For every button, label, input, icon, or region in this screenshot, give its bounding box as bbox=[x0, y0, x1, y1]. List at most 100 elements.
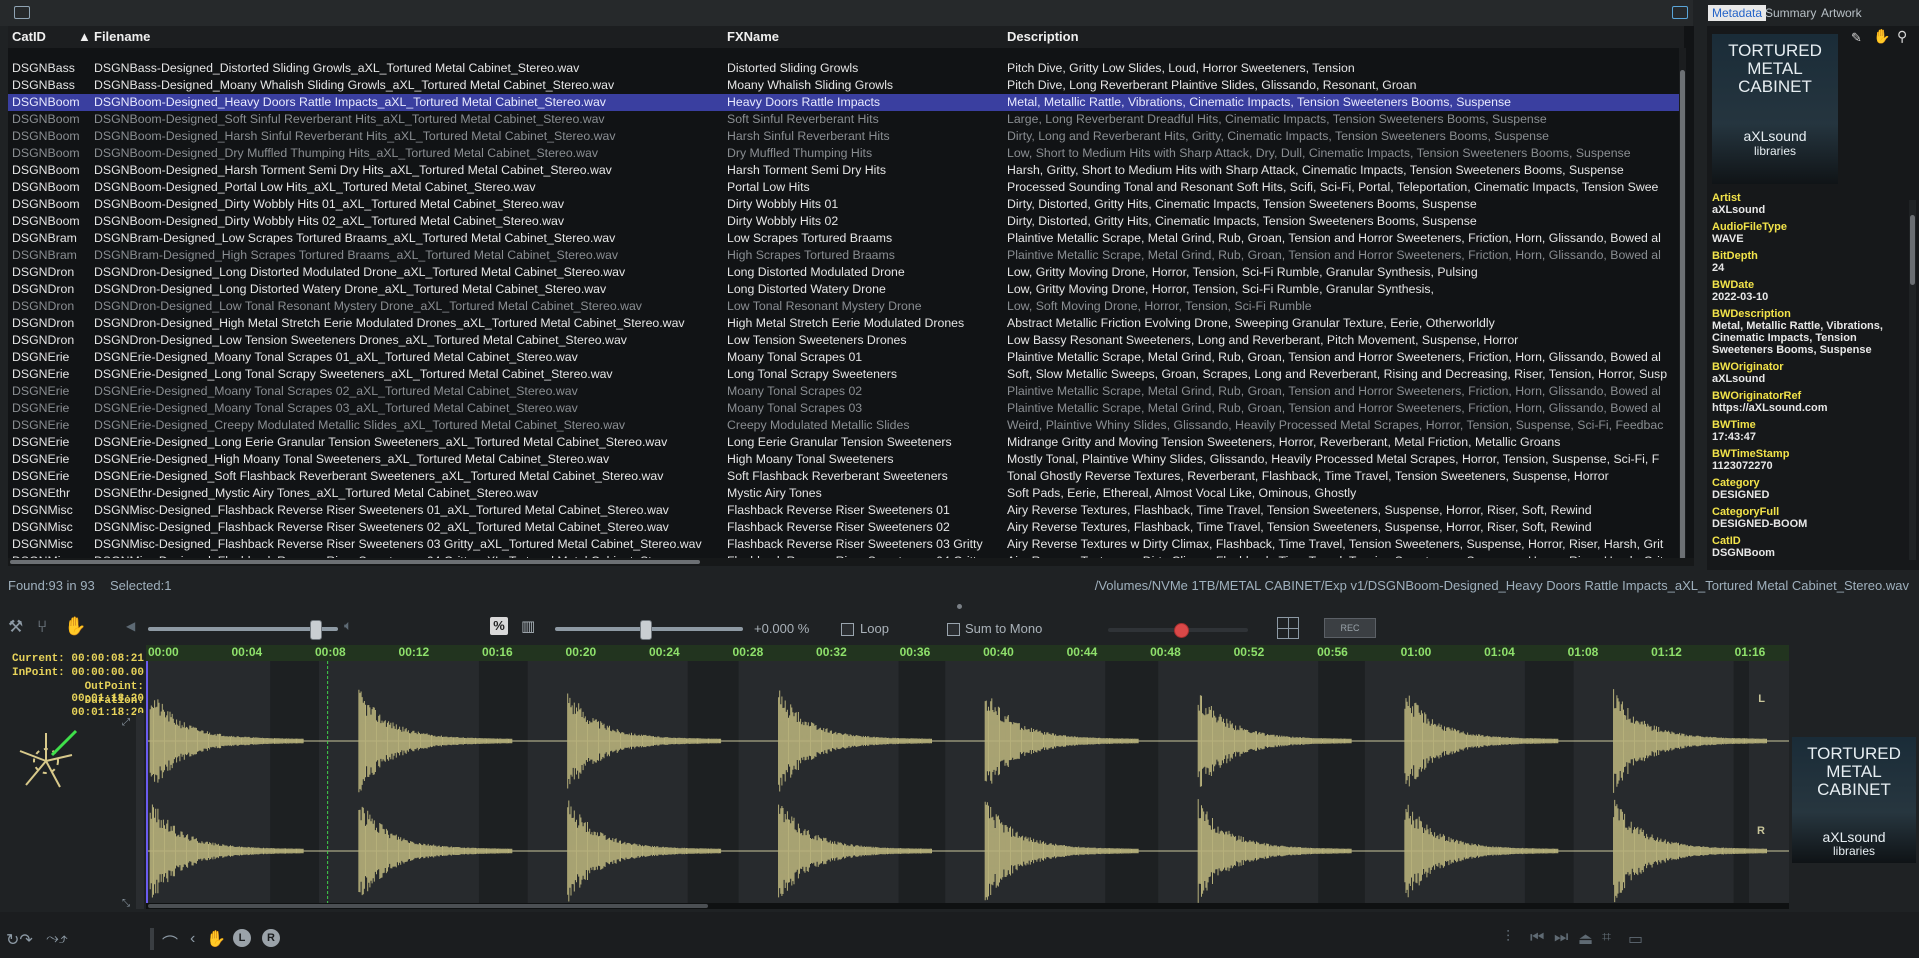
table-row[interactable]: DSGNBram DSGNBram-Designed_Low Scrapes To… bbox=[8, 230, 1684, 247]
table-row[interactable]: DSGNBoom DSGNBoom-Designed_Harsh Sinful R… bbox=[8, 128, 1684, 145]
cell-catid: DSGNBoom bbox=[12, 214, 80, 228]
pencil-icon[interactable]: ✎ bbox=[1851, 30, 1862, 46]
sort-indicator[interactable]: ▲ bbox=[78, 29, 91, 44]
artwork-title-3: CABINET bbox=[1738, 77, 1812, 96]
bottom-toolbar: ↻↷ ⤳⤴ ⌒ ‹ ✋ L R ⫶ ⏮ ⏭ ⏏ ⌗ ▭ bbox=[0, 912, 1919, 958]
header-fxname[interactable]: FXName bbox=[727, 29, 779, 44]
pitch-knob[interactable] bbox=[640, 620, 653, 640]
table-row[interactable]: DSGNDron DSGNDron-Designed_Low Tension Sw… bbox=[8, 332, 1684, 349]
table-row[interactable]: DSGNDron DSGNDron-Designed_Long Distorted… bbox=[8, 264, 1684, 281]
cell-description: Midrange Gritty and Moving Tension Sweet… bbox=[1007, 435, 1561, 449]
loop-icon[interactable]: ↻↷ bbox=[6, 930, 33, 950]
table-row[interactable]: DSGNErie DSGNErie-Designed_High Moany Ton… bbox=[8, 451, 1684, 468]
table-row[interactable]: DSGNDron DSGNDron-Designed_High Metal Str… bbox=[8, 315, 1684, 332]
table-row[interactable]: DSGNMisc DSGNMisc-Designed_Flashback Reve… bbox=[8, 519, 1684, 536]
table-row[interactable]: DSGNErie DSGNErie-Designed_Long Tonal Scr… bbox=[8, 366, 1684, 383]
artwork-title-1: TORTURED bbox=[1728, 41, 1822, 60]
table-row[interactable]: DSGNErie DSGNErie-Designed_Moany Tonal Sc… bbox=[8, 400, 1684, 417]
table-row[interactable]: DSGNBoom DSGNBoom-Designed_Dirty Wobbly H… bbox=[8, 213, 1684, 230]
hand-small-icon[interactable]: ✋ bbox=[206, 929, 226, 949]
table-row[interactable]: DSGNEthr DSGNEthr-Designed_Mystic Airy To… bbox=[8, 485, 1684, 502]
table-row[interactable]: DSGNBoom DSGNBoom-Designed_Dry Muffled Th… bbox=[8, 145, 1684, 162]
hand-icon[interactable]: ✋ bbox=[1873, 28, 1890, 45]
table-row[interactable]: DSGNDron DSGNDron-Designed_Low Tonal Reso… bbox=[8, 298, 1684, 315]
table-row[interactable]: DSGNErie DSGNErie-Designed_Soft Flashback… bbox=[8, 468, 1684, 485]
table-row[interactable]: DSGNBoom DSGNBoom-Designed_Dirty Wobbly H… bbox=[8, 196, 1684, 213]
left-channel-button[interactable]: L bbox=[233, 929, 251, 947]
table-row[interactable]: DSGNBass DSGNBass-Designed_Moany Whalish … bbox=[8, 77, 1684, 94]
tab-metadata[interactable]: Metadata bbox=[1708, 5, 1767, 21]
metadata-scrollbar[interactable] bbox=[1909, 200, 1916, 560]
fork-icon[interactable]: ⑂ bbox=[37, 617, 47, 637]
loop-checkbox[interactable] bbox=[841, 623, 854, 636]
zoom-in-icon[interactable]: ⤢ bbox=[122, 717, 130, 728]
fade-icon[interactable]: ⤳⤴ bbox=[46, 930, 68, 948]
zoom-out-icon[interactable]: ⤡ bbox=[122, 898, 130, 909]
rec-level-slider[interactable] bbox=[1108, 623, 1248, 638]
table-row[interactable]: DSGNBass DSGNBass-Designed_Distorted Slid… bbox=[8, 60, 1684, 77]
table-row[interactable]: DSGNBram DSGNBram-Designed_High Scrapes T… bbox=[8, 247, 1684, 264]
percent-icon[interactable]: % bbox=[490, 617, 508, 635]
table-row[interactable]: DSGNErie DSGNErie-Designed_Moany Tonal Sc… bbox=[8, 383, 1684, 400]
sum-to-mono-checkbox[interactable] bbox=[947, 623, 960, 636]
tools-icon[interactable]: ⚒ bbox=[8, 617, 23, 637]
timeline-tick: 00:20 bbox=[565, 645, 597, 659]
timeline-tick: 01:00 bbox=[1400, 645, 1432, 659]
table-row[interactable]: DSGNDron DSGNDron-Designed_Long Distorted… bbox=[8, 281, 1684, 298]
mixer-icon[interactable]: ⫶ bbox=[1506, 929, 1510, 947]
sidebar-toggle-icon[interactable] bbox=[1672, 6, 1688, 19]
panel-toggle-icon[interactable] bbox=[14, 6, 30, 19]
pitch-slider[interactable] bbox=[555, 620, 743, 640]
waveform-view[interactable]: L R bbox=[146, 661, 1789, 909]
timeline-tick: 00:08 bbox=[315, 645, 346, 659]
rec-level-knob[interactable] bbox=[1174, 623, 1189, 638]
timeline-tick: 00:32 bbox=[816, 645, 847, 659]
metadata-key: Artist bbox=[1712, 192, 1741, 204]
grid-toggle-icon[interactable] bbox=[1277, 617, 1299, 639]
table-vertical-scrollbar[interactable] bbox=[1679, 48, 1686, 563]
metadata-key: BWOriginator bbox=[1712, 361, 1784, 373]
volume-knob[interactable] bbox=[310, 620, 323, 640]
table-row[interactable]: DSGNBoom DSGNBoom-Designed_Heavy Doors Ra… bbox=[8, 94, 1684, 111]
pitch-value: +0.000 % bbox=[754, 621, 810, 636]
splitter-handle[interactable] bbox=[957, 604, 962, 609]
back-icon[interactable]: ‹ bbox=[190, 930, 195, 948]
hand-tool-icon[interactable]: ✋ bbox=[64, 616, 86, 637]
selected-count: Selected:1 bbox=[110, 578, 172, 593]
current-time: Current: 00:00:08:21 bbox=[11, 653, 144, 665]
table-row[interactable]: DSGNErie DSGNErie-Designed_Creepy Modulat… bbox=[8, 417, 1684, 434]
table-row[interactable]: DSGNBoom DSGNBoom-Designed_Harsh Torment … bbox=[8, 162, 1684, 179]
artwork-preview-sub: libraries bbox=[1832, 844, 1875, 858]
skip-prev-icon[interactable]: ⏮ bbox=[1530, 929, 1544, 947]
crop-icon[interactable]: ⌗ bbox=[1602, 929, 1611, 947]
table-row[interactable]: DSGNErie DSGNErie-Designed_Moany Tonal Sc… bbox=[8, 349, 1684, 366]
tab-artwork[interactable]: Artwork bbox=[1821, 6, 1862, 20]
table-row[interactable]: DSGNBoom DSGNBoom-Designed_Portal Low Hit… bbox=[8, 179, 1684, 196]
timeline-tick: 01:08 bbox=[1567, 645, 1599, 659]
draw-icon[interactable]: ⌒ bbox=[162, 930, 178, 954]
skip-next-icon[interactable]: ⏭ bbox=[1554, 929, 1568, 947]
cell-filename: DSGNBass-Designed_Distorted Sliding Grow… bbox=[94, 61, 580, 75]
header-catid[interactable]: CatID bbox=[12, 29, 46, 44]
header-filename[interactable]: Filename bbox=[94, 29, 150, 44]
rec-button[interactable]: REC bbox=[1324, 618, 1376, 638]
waveform-band bbox=[898, 661, 946, 909]
table-row[interactable]: DSGNBoom DSGNBoom-Designed_Soft Sinful Re… bbox=[8, 111, 1684, 128]
table-row[interactable]: DSGNErie DSGNErie-Designed_Long Eerie Gra… bbox=[8, 434, 1684, 451]
eject-icon[interactable]: ⏏ bbox=[1578, 929, 1593, 949]
cell-catid: DSGNDron bbox=[12, 265, 75, 279]
piano-icon[interactable]: ▥ bbox=[521, 617, 535, 635]
vertical-zoom-bar[interactable] bbox=[136, 713, 144, 909]
table-row[interactable]: DSGNMisc DSGNMisc-Designed_Flashback Reve… bbox=[8, 502, 1684, 519]
waveform-overview-bar[interactable] bbox=[146, 903, 1789, 909]
table-row[interactable]: DSGNMisc DSGNMisc-Designed_Flashback Reve… bbox=[8, 536, 1684, 553]
right-channel-button[interactable]: R bbox=[262, 929, 280, 947]
volume-slider[interactable] bbox=[148, 620, 338, 640]
tab-summary[interactable]: Summary bbox=[1765, 6, 1816, 20]
header-description[interactable]: Description bbox=[1007, 29, 1079, 44]
timeline-ruler[interactable]: 00:00 00:04 00:08 00:12 00:16 00:20 00:24 00:28… bbox=[146, 645, 1789, 661]
magnifier-icon[interactable]: ⚲ bbox=[1897, 28, 1907, 45]
table-horizontal-scrollbar[interactable] bbox=[8, 558, 1694, 566]
cell-description: Processed Sounding Tonal and Resonant So… bbox=[1007, 180, 1659, 194]
minimize-icon[interactable]: ▭ bbox=[1628, 929, 1643, 949]
